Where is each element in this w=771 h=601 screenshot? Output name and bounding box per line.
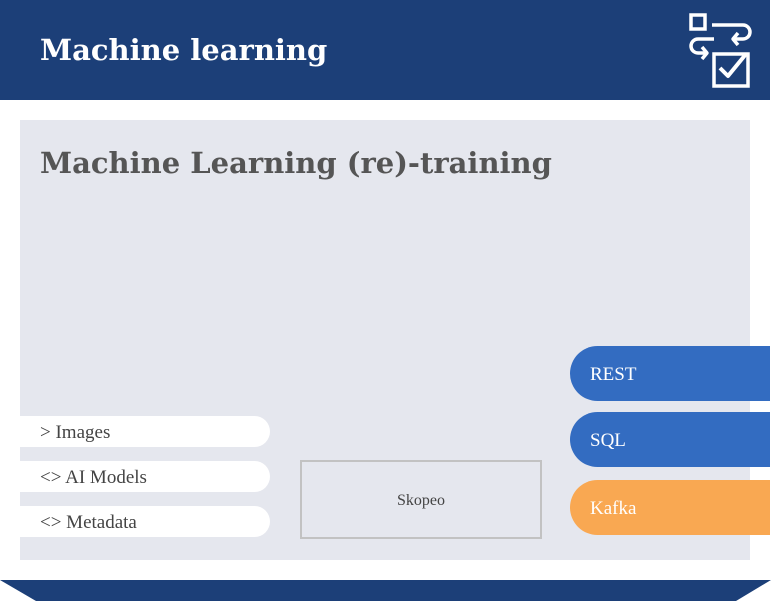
artifact-label: <> Metadata bbox=[40, 512, 137, 533]
skopeo-label: Skopeo bbox=[397, 492, 445, 509]
interface-sql: SQL bbox=[570, 412, 770, 467]
artifact-label: <> AI Models bbox=[40, 467, 147, 488]
slide: Machine learning Machine Learning (re)-t… bbox=[0, 0, 771, 601]
header-title: Machine learning bbox=[40, 33, 328, 67]
interface-kafka: Kafka bbox=[570, 480, 770, 535]
artifact-metadata: <> Metadata bbox=[20, 506, 270, 537]
panel-title: Machine Learning (re)-training bbox=[40, 146, 552, 180]
interface-label: SQL bbox=[590, 430, 626, 451]
footer-shape bbox=[0, 580, 771, 601]
artifact-label: > Images bbox=[40, 422, 111, 443]
skopeo-box: Skopeo bbox=[300, 460, 542, 539]
footer-bar bbox=[0, 580, 771, 601]
interface-label: REST bbox=[590, 364, 637, 385]
header-bar: Machine learning bbox=[0, 0, 770, 100]
workflow-checklist-icon bbox=[689, 13, 752, 88]
interface-label: Kafka bbox=[590, 498, 637, 519]
interface-rest: REST bbox=[570, 346, 770, 401]
artifact-ai-models: <> AI Models bbox=[20, 461, 270, 492]
artifact-images: > Images bbox=[20, 416, 270, 447]
